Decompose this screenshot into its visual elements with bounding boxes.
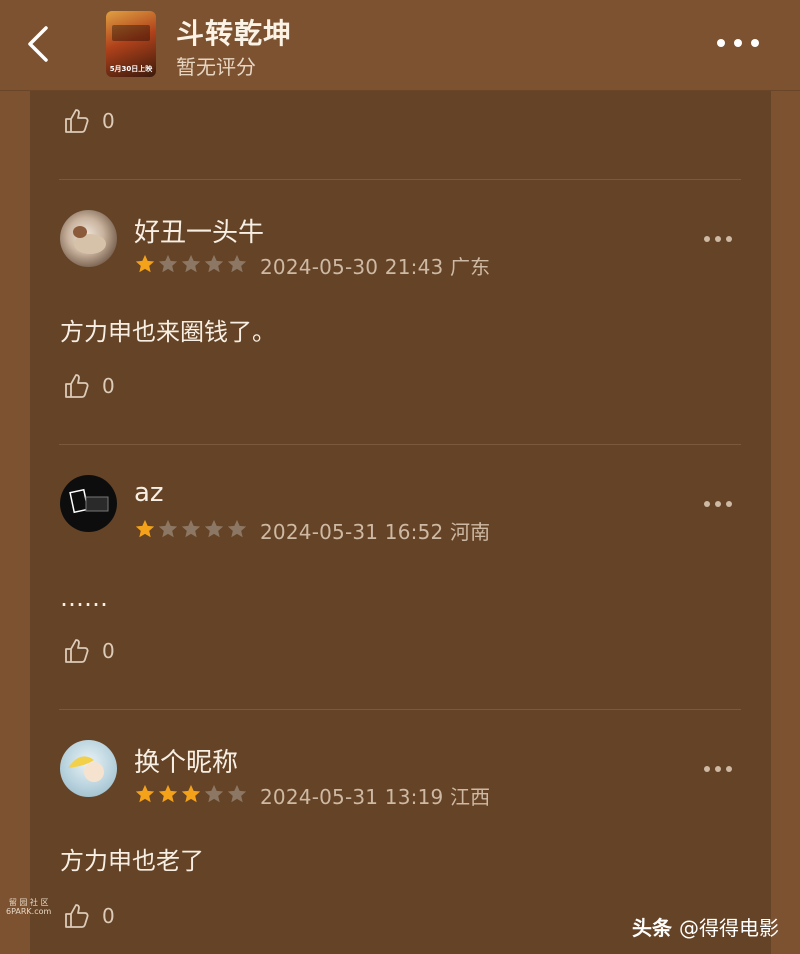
- thumbs-up-icon: [65, 904, 89, 928]
- star-icon: [227, 519, 247, 538]
- star-icon: [227, 254, 247, 273]
- watermark-toutiao: 头条 @得得电影: [632, 912, 779, 941]
- star-icon: [135, 519, 155, 538]
- star-rating: [134, 253, 249, 275]
- username[interactable]: 好丑一头牛: [134, 212, 264, 249]
- star-icon: [227, 784, 247, 803]
- like-count: 0: [102, 639, 115, 663]
- star-icon: [204, 784, 224, 803]
- star-icon: [135, 784, 155, 803]
- star-icon: [181, 784, 201, 803]
- more-icon[interactable]: [716, 38, 760, 48]
- star-icon: [181, 254, 201, 273]
- more-icon[interactable]: [703, 235, 733, 243]
- more-icon[interactable]: [703, 765, 733, 773]
- watermark-6park: 留 园 社 区 6PARK.com: [6, 898, 51, 916]
- avatar-image: [68, 756, 104, 782]
- poster-art: [112, 25, 150, 41]
- like-count: 0: [102, 374, 115, 398]
- star-rating: [134, 783, 249, 805]
- comment-text: ……: [60, 584, 108, 612]
- avatar[interactable]: [60, 210, 117, 267]
- thumbs-up-icon: [65, 639, 89, 663]
- star-icon: [181, 519, 201, 538]
- star-icon: [135, 254, 155, 273]
- top-bar: 5月30日上映 斗转乾坤 暂无评分: [0, 0, 800, 91]
- comment-text: 方力申也老了: [60, 847, 204, 875]
- star-icon: [204, 254, 224, 273]
- comment-meta: 2024-05-30 21:43 广东: [260, 255, 491, 279]
- comment-meta: 2024-05-31 13:19 江西: [260, 785, 491, 809]
- poster-date: 5月30日上映: [109, 65, 153, 73]
- avatar[interactable]: [60, 740, 117, 797]
- divider: [59, 709, 741, 710]
- rating-status: 暂无评分: [176, 55, 256, 79]
- star-icon: [158, 519, 178, 538]
- comment-meta: 2024-05-31 16:52 河南: [260, 520, 491, 544]
- thumbs-up-icon: [65, 374, 89, 398]
- like-button[interactable]: 0: [62, 370, 115, 402]
- star-icon: [158, 254, 178, 273]
- username[interactable]: 换个昵称: [134, 742, 238, 779]
- star-icon: [204, 519, 224, 538]
- avatar-image: [69, 488, 109, 514]
- movie-poster[interactable]: 5月30日上映: [106, 11, 156, 77]
- star-icon: [158, 784, 178, 803]
- watermark-brand: 头条: [632, 916, 672, 940]
- watermark-line: 6PARK.com: [6, 907, 52, 916]
- username[interactable]: az: [134, 478, 164, 508]
- page-title: 斗转乾坤: [176, 17, 293, 50]
- like-button[interactable]: 0: [62, 105, 115, 137]
- like-count: 0: [102, 109, 115, 133]
- back-icon[interactable]: [22, 24, 54, 64]
- star-rating: [134, 518, 249, 540]
- thumbs-up-icon: [65, 109, 89, 133]
- divider: [59, 444, 741, 445]
- like-button[interactable]: 0: [62, 900, 115, 932]
- more-icon[interactable]: [703, 500, 733, 508]
- watermark-line: 留 园 社 区: [8, 898, 49, 907]
- watermark-handle: @得得电影: [678, 916, 779, 940]
- like-button[interactable]: 0: [62, 635, 115, 667]
- comment-text: 方力申也来圈钱了。: [60, 318, 276, 346]
- like-count: 0: [102, 904, 115, 928]
- avatar[interactable]: [60, 475, 117, 532]
- avatar-image: [73, 226, 106, 254]
- divider: [59, 179, 741, 180]
